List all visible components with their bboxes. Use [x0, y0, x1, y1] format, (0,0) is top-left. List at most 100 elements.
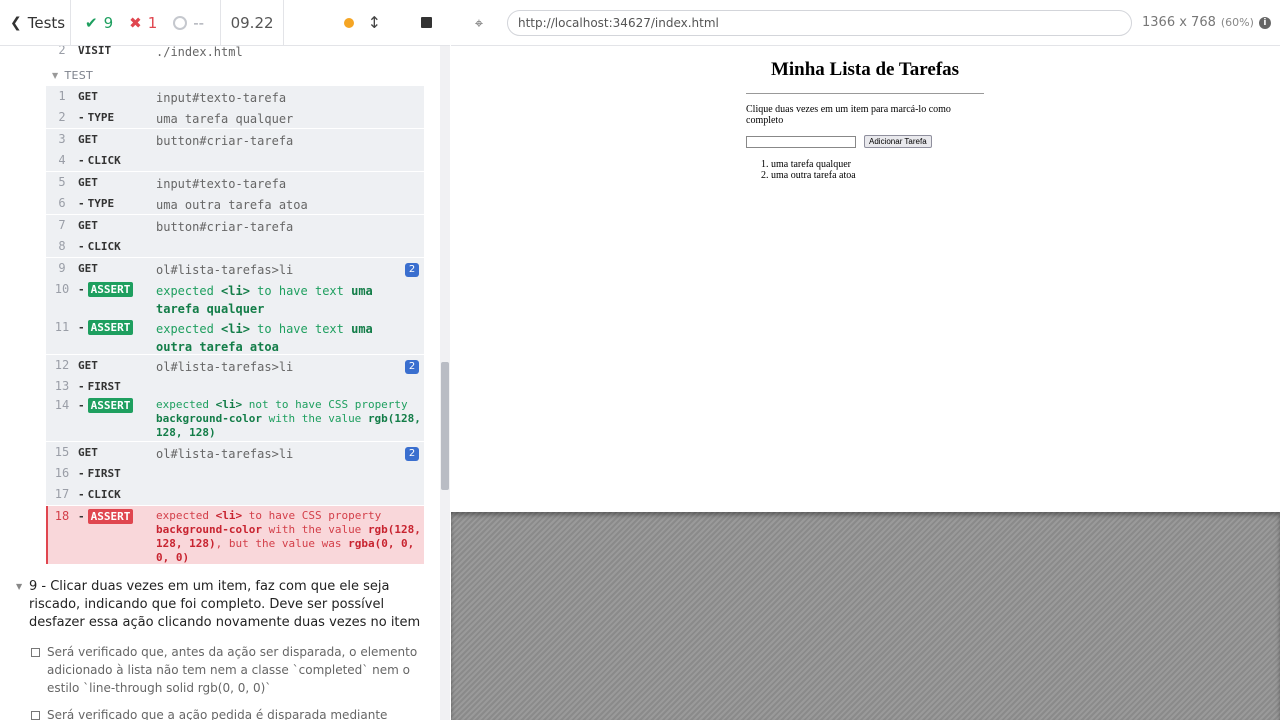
- line-number: 8: [58, 239, 66, 253]
- command-name: VISIT: [78, 46, 112, 57]
- assert-badge: ASSERT: [87, 398, 134, 413]
- command-group[interactable]: 12 GET ol#lista-tarefas>li 2 13 FIRST 14 ASS…: [46, 355, 424, 442]
- passed-stat: ✔ 9: [85, 14, 113, 32]
- aut-iframe: Minha Lista de Tarefas Clique duas vezes…: [451, 47, 1280, 512]
- command-group[interactable]: 9 GET ol#lista-tarefas>li 2 10 ASSERT expec…: [46, 258, 424, 355]
- line-number: 7: [58, 218, 66, 232]
- instructions: Clique duas vezes em um item para marcá-…: [746, 104, 951, 126]
- spinner-icon: [173, 15, 188, 30]
- command-group[interactable]: 1 GET input#texto-tarefa 2 TYPEuma tarefa q…: [46, 86, 424, 129]
- reporter-header: ❮ Tests ✔ 9 ✖ 1 -- 09.22 ↕: [0, 0, 450, 46]
- assertion-value: rgb(128,: [367, 412, 421, 425]
- command-name: ASSERT: [78, 395, 156, 441]
- reporter-panel: ❮ Tests ✔ 9 ✖ 1 -- 09.22 ↕ 2 VISIT ./ind…: [0, 0, 450, 720]
- assertion-value-cont: outra tarefa atoa: [156, 340, 279, 354]
- stop-button[interactable]: [421, 17, 432, 28]
- command-message: button#criar-tarefa: [156, 134, 294, 148]
- element-count-badge: 2: [405, 263, 419, 277]
- line-number: 2: [58, 46, 66, 57]
- assertion-value-cont: 128, 128): [156, 426, 216, 439]
- requirement-check: Será verificado que, antes da ação ser d…: [31, 643, 426, 697]
- assertion-element: <li>: [215, 398, 243, 411]
- scrollbar-thumb[interactable]: [441, 362, 449, 490]
- assertion-message: expected <li> to have text uma tarefa qua…: [156, 279, 424, 317]
- assertion-element: <li>: [215, 509, 243, 522]
- task-list: uma tarefa qualquer uma outra tarefa ato…: [746, 159, 984, 181]
- command-name: TYPE: [78, 107, 156, 128]
- checkbox-icon: [31, 711, 40, 720]
- checkbox-icon: [31, 648, 40, 657]
- command-group[interactable]: 15 GET ol#lista-tarefas>li 2 16 FIRST 17 CLIC…: [46, 442, 424, 506]
- task-item[interactable]: uma tarefa qualquer: [771, 159, 984, 170]
- line-number: 18: [54, 509, 70, 523]
- assertion-with: with the value: [268, 412, 362, 425]
- command-message: uma outra tarefa atoa: [156, 198, 308, 212]
- chevron-left-icon: ❮: [10, 14, 22, 31]
- assertion-with: with the value: [268, 523, 362, 536]
- passed-count: 9: [103, 13, 114, 32]
- command-name: GET: [78, 446, 98, 459]
- assertion-property: background-color: [156, 412, 262, 425]
- check-icon: ✔: [85, 13, 98, 32]
- assertion-value: uma: [351, 284, 373, 298]
- assertion-property: background-color: [156, 523, 262, 536]
- command-message: [156, 150, 424, 171]
- selector-playground-icon[interactable]: ⌖: [451, 14, 507, 32]
- assertion-text: to have CSS property: [248, 509, 382, 522]
- line-number: 2: [58, 110, 66, 124]
- assertion-element: <li>: [221, 322, 250, 336]
- failed-command-row[interactable]: 18 ASSERT expected <li> to have CSS prop…: [46, 506, 424, 564]
- task-input[interactable]: [746, 135, 856, 148]
- assertion-value: rgb(128,: [367, 523, 421, 536]
- assertion-text: to have text: [257, 322, 344, 336]
- assertion-pre: expected: [156, 509, 209, 522]
- command-message: input#texto-tarefa: [156, 177, 287, 191]
- command-name: ASSERT: [78, 279, 156, 317]
- assertion-value-cont: 128, 128): [156, 537, 216, 550]
- failed-stat: ✖ 1: [129, 14, 157, 32]
- command-group[interactable]: 3 GET button#criar-tarefa 4 CLICK: [46, 129, 424, 172]
- line-number: 16: [54, 466, 70, 480]
- command-message: uma tarefa qualquer: [156, 112, 294, 126]
- test-label-text: TEST: [64, 69, 94, 82]
- assertion-value: uma: [351, 322, 373, 336]
- command-name: CLICK: [78, 484, 156, 505]
- aut-background: [451, 512, 1280, 720]
- requirement-check-text: Será verificado que, antes da ação ser d…: [47, 645, 418, 695]
- pending-count: --: [193, 13, 205, 32]
- command-message: input#texto-tarefa: [156, 91, 287, 105]
- assertion-pre: expected: [156, 322, 214, 336]
- command-message: button#criar-tarefa: [156, 220, 294, 234]
- command-name: GET: [78, 133, 98, 146]
- command-group[interactable]: 7 GET button#criar-tarefa 8 CLICK: [46, 215, 424, 258]
- add-task-button[interactable]: Adicionar Tarefa: [864, 135, 932, 148]
- assertion-pre: expected: [156, 284, 214, 298]
- command-message: ol#lista-tarefas>li: [156, 360, 294, 374]
- command-group[interactable]: 5 GET input#texto-tarefa 6 TYPEuma outra ta…: [46, 172, 424, 215]
- divider: [746, 93, 984, 94]
- command-message: [156, 236, 424, 257]
- assertion-message: expected <li> to have text uma outra tare…: [156, 317, 424, 355]
- url-bar[interactable]: http://localhost:34627/index.html: [507, 9, 1132, 36]
- command-name: CLICK: [78, 236, 156, 257]
- triangle-down-icon[interactable]: ▼: [16, 582, 22, 591]
- auto-scroll-toggle-icon[interactable]: ↕: [368, 13, 381, 32]
- command-name: CLICK: [78, 150, 156, 171]
- tests-back-button[interactable]: ❮ Tests: [0, 0, 71, 45]
- command-name: GET: [78, 359, 98, 372]
- requirement-check: Será verificado que a ação pedida é disp…: [31, 706, 426, 720]
- running-indicator-icon: [343, 17, 354, 28]
- assertion-error-message: expected <li> to have CSS property backg…: [156, 506, 424, 564]
- command-message: [156, 376, 424, 395]
- requirement-title[interactable]: 9 - Clicar duas vezes em um item, faz co…: [29, 578, 429, 632]
- command-row[interactable]: 2 VISIT ./index.html: [46, 46, 424, 62]
- command-name: GET: [78, 262, 98, 275]
- line-number: 9: [58, 261, 66, 275]
- task-item[interactable]: uma outra tarefa atoa: [771, 170, 984, 181]
- command-name: GET: [78, 90, 98, 103]
- command-name: TYPE: [78, 193, 156, 214]
- failed-count: 1: [147, 13, 158, 32]
- test-section-label[interactable]: ▼ TEST: [52, 69, 93, 82]
- info-icon[interactable]: i: [1258, 16, 1271, 29]
- assertion-but: , but the value was: [215, 537, 342, 550]
